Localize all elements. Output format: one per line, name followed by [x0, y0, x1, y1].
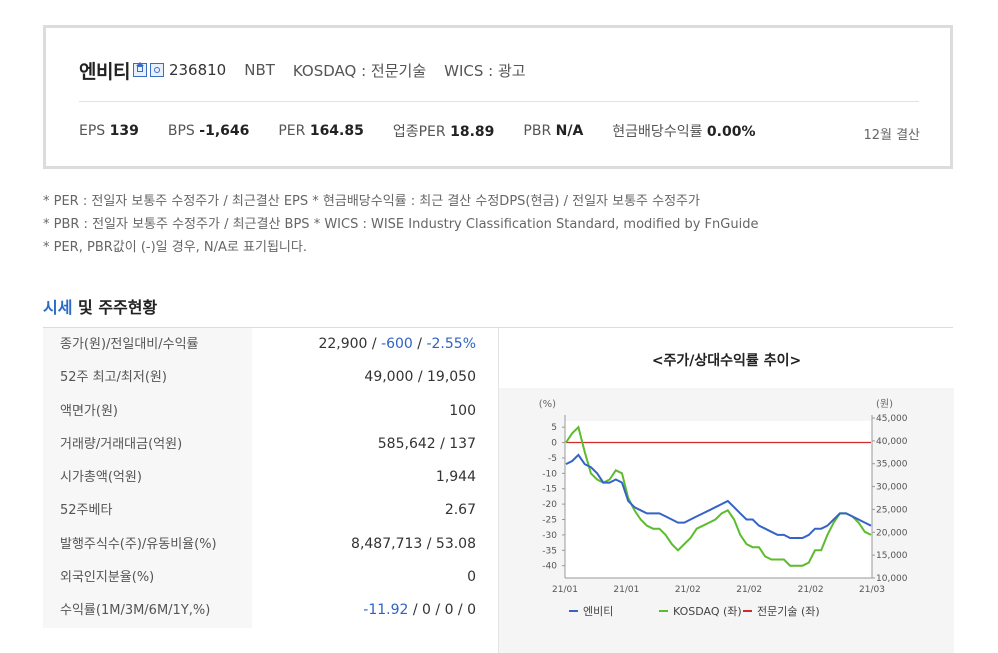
- x-tick-label: 21/02: [675, 585, 701, 595]
- left-tick-label: 5: [551, 423, 557, 433]
- legend-label: 전문기술 (좌): [757, 605, 820, 618]
- row-value: 2.67: [444, 502, 476, 519]
- row-value: -11.92 / 0 / 0 / 0: [363, 602, 476, 619]
- right-tick-label: 25,000: [876, 505, 908, 515]
- market-sector: KOSDAQ : 전문기술: [292, 61, 427, 80]
- company-header: 엔비티 236810 NBT KOSDAQ : 전문기술 WICS : 광고: [79, 58, 526, 83]
- left-tick-label: 0: [551, 439, 557, 449]
- price-table: 종가(원)/전일대비/수익률 22,900 / -600 / -2.55% 52…: [43, 328, 498, 628]
- right-tick-label: 35,000: [876, 460, 908, 470]
- row-value: 8,487,713 / 53.08: [351, 535, 476, 552]
- right-tick-label: 15,000: [876, 551, 908, 561]
- footnotes: * PER : 전일자 보통주 수정주가 / 최근결산 EPS * 현금배당수익…: [43, 190, 758, 259]
- section-title: 시세 및 주주현황: [43, 298, 158, 317]
- table-row: 시가총액(억원) 1,944: [43, 461, 498, 495]
- fiscal-month: 12월 결산: [863, 128, 920, 143]
- table-row: 외국인지분율(%) 0: [43, 561, 498, 595]
- row-value: 49,000 / 19,050: [364, 369, 476, 386]
- metric-dividend-yield: 현금배당수익률 0.00%: [612, 124, 756, 140]
- x-tick-label: 21/01: [552, 585, 578, 595]
- metric-per: PER 164.85: [278, 123, 364, 139]
- left-tick-label: -30: [542, 531, 557, 541]
- chart-title: <주가/상대수익률 추이>: [651, 353, 802, 369]
- left-tick-label: -15: [542, 485, 557, 495]
- company-name: 엔비티: [79, 60, 130, 83]
- right-tick-label: 30,000: [876, 483, 908, 493]
- row-value: 100: [449, 402, 476, 419]
- ir-icon[interactable]: [149, 63, 164, 77]
- legend-label: KOSDAQ (좌): [673, 605, 742, 618]
- metric-eps: EPS 139: [79, 123, 139, 139]
- left-tick-label: -25: [542, 516, 557, 526]
- row-label: 종가(원)/전일대비/수익률: [43, 328, 252, 362]
- row-value: 22,900 / -600 / -2.55%: [318, 336, 476, 352]
- right-tick-label: 40,000: [876, 437, 908, 447]
- metric-bps: BPS -1,646: [167, 123, 250, 139]
- row-label: 액면가(원): [43, 394, 252, 428]
- row-label: 외국인지분율(%): [43, 561, 252, 595]
- right-axis-unit: (원): [876, 398, 893, 410]
- row-label: 52주 최고/최저(원): [43, 361, 252, 395]
- left-tick-label: -35: [542, 546, 557, 556]
- wics-sector: WICS : 광고: [444, 61, 526, 80]
- price-return-chart: (%) (원) 5 0 -5 -10 -15 -20 -25 -30 -35 -40 45,000 40,…: [539, 398, 908, 618]
- left-tick-label: -10: [542, 469, 557, 479]
- footnote: * PER : 전일자 보통주 수정주가 / 최근결산 EPS * 현금배당수익…: [43, 194, 700, 209]
- ticker: NBT: [244, 61, 275, 79]
- metrics-row: EPS 139 BPS -1,646 PER 164.85 업종PER 18.8…: [79, 121, 785, 141]
- row-value: 0: [467, 569, 476, 586]
- company-summary-box: 엔비티 236810 NBT KOSDAQ : 전문기술 WICS : 광고 E…: [43, 25, 953, 169]
- table-row: 52주 최고/최저(원) 49,000 / 19,050: [43, 361, 498, 395]
- row-label: 시가총액(억원): [43, 461, 252, 495]
- metric-sector-per: 업종PER 18.89: [392, 124, 495, 140]
- left-tick-label: -5: [548, 454, 557, 464]
- left-tick-label: -40: [542, 562, 557, 572]
- left-axis-unit: (%): [539, 399, 556, 410]
- row-label: 거래량/거래대금(억원): [43, 427, 252, 462]
- footnote: * PER, PBR값이 (-)일 경우, N/A로 표기됩니다.: [43, 240, 307, 255]
- summary-divider: [79, 101, 919, 102]
- stock-code: 236810: [168, 61, 227, 79]
- left-tick-label: -20: [542, 500, 557, 510]
- chart-panel: (%) (원) 5 0 -5 -10 -15 -20 -25 -30 -35 -40 45,000 40,…: [499, 388, 954, 653]
- row-value: 585,642 / 137: [377, 435, 476, 452]
- table-row: 52주베타 2.67: [43, 494, 498, 528]
- table-row: 액면가(원) 100: [43, 394, 498, 428]
- row-value: 1,944: [435, 469, 476, 486]
- row-label: 발행주식수(주)/유동비율(%): [43, 527, 252, 562]
- row-label: 52주베타: [43, 494, 252, 528]
- table-row: 발행주식수(주)/유동비율(%) 8,487,713 / 53.08: [43, 527, 498, 562]
- table-row: 수익률(1M/3M/6M/1Y,%) -11.92 / 0 / 0 / 0: [43, 594, 498, 628]
- metric-pbr: PBR N/A: [523, 123, 584, 139]
- x-tick-label: 21/03: [859, 585, 885, 595]
- right-tick-label: 45,000: [876, 414, 908, 424]
- row-label: 수익률(1M/3M/6M/1Y,%): [43, 594, 252, 628]
- x-tick-label: 21/01: [613, 585, 639, 595]
- right-tick-label: 10,000: [876, 574, 908, 584]
- footnote: * PBR : 전일자 보통주 수정주가 / 최근결산 BPS * WICS :…: [43, 217, 759, 232]
- x-tick-label: 21/02: [736, 585, 762, 595]
- right-tick-label: 20,000: [876, 528, 908, 538]
- table-row: 거래량/거래대금(억원) 585,642 / 137: [43, 427, 498, 462]
- x-tick-label: 21/02: [798, 585, 824, 595]
- table-row: 종가(원)/전일대비/수익률 22,900 / -600 / -2.55%: [43, 328, 498, 362]
- plot-area: [565, 421, 872, 578]
- legend-label: 엔비티: [583, 605, 613, 618]
- home-icon[interactable]: [132, 62, 147, 77]
